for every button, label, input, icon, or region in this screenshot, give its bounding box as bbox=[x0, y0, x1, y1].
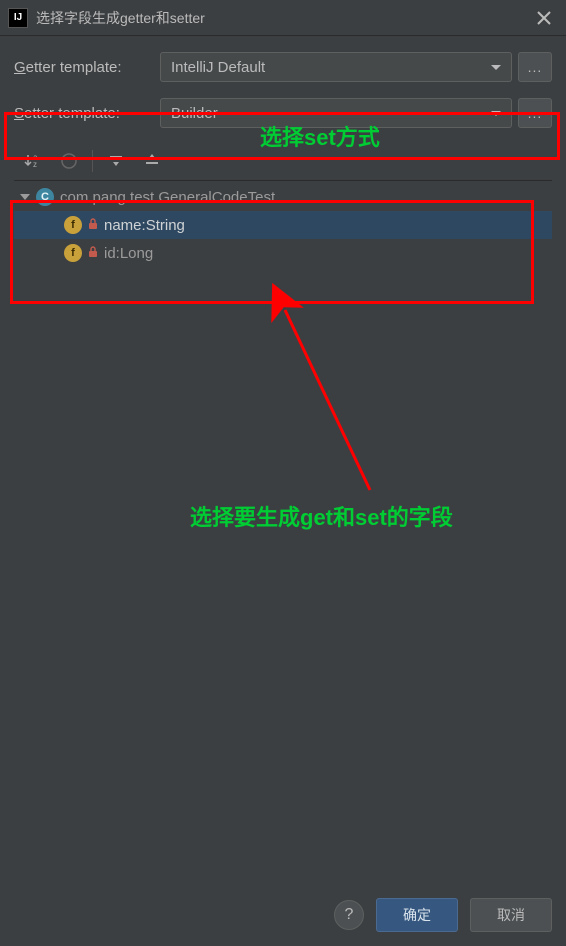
field-icon: f bbox=[64, 244, 82, 262]
app-icon: IJ bbox=[8, 8, 28, 28]
tree-field-row[interactable]: f id:Long bbox=[14, 239, 552, 267]
getter-template-value: IntelliJ Default bbox=[171, 59, 265, 76]
filter-icon[interactable] bbox=[56, 148, 82, 174]
setter-template-value: Builder bbox=[171, 105, 218, 122]
svg-text:z: z bbox=[33, 160, 37, 169]
getter-template-more-button[interactable]: ... bbox=[518, 52, 552, 82]
field-label: name:String bbox=[104, 217, 185, 234]
help-button[interactable]: ? bbox=[334, 900, 364, 930]
field-label: id:Long bbox=[104, 245, 153, 262]
setter-template-label: Setter template: bbox=[14, 105, 154, 122]
titlebar: IJ 选择字段生成getter和setter bbox=[0, 0, 566, 36]
field-icon: f bbox=[64, 216, 82, 234]
ok-button[interactable]: 确定 bbox=[376, 898, 458, 932]
tree-field-row[interactable]: f name:String bbox=[14, 211, 552, 239]
chevron-down-icon bbox=[491, 65, 501, 70]
toolbar-separator bbox=[92, 150, 93, 172]
cancel-button[interactable]: 取消 bbox=[470, 898, 552, 932]
field-tree: C com.pang.test.GeneralCodeTest f name:S… bbox=[14, 183, 552, 823]
lock-icon bbox=[88, 218, 98, 233]
collapse-all-icon[interactable] bbox=[139, 148, 165, 174]
close-button[interactable] bbox=[530, 4, 558, 32]
class-name-label: com.pang.test.GeneralCodeTest bbox=[60, 189, 275, 206]
getter-template-label: Getter template: bbox=[14, 59, 154, 76]
getter-template-row: Getter template: IntelliJ Default ... bbox=[14, 52, 552, 82]
chevron-down-icon bbox=[491, 111, 501, 116]
expand-icon[interactable] bbox=[20, 194, 30, 200]
lock-icon bbox=[88, 246, 98, 261]
expand-all-icon[interactable] bbox=[103, 148, 129, 174]
getter-template-select[interactable]: IntelliJ Default bbox=[160, 52, 512, 82]
setter-template-select[interactable]: Builder bbox=[160, 98, 512, 128]
dialog-footer: ? 确定 取消 bbox=[334, 898, 552, 932]
window-title: 选择字段生成getter和setter bbox=[36, 8, 530, 28]
sort-icon[interactable]: az bbox=[20, 148, 46, 174]
setter-template-more-button[interactable]: ... bbox=[518, 98, 552, 128]
tree-class-row[interactable]: C com.pang.test.GeneralCodeTest bbox=[14, 183, 552, 211]
tree-toolbar: az bbox=[14, 144, 552, 181]
setter-template-row: Setter template: Builder ... bbox=[14, 98, 552, 128]
class-icon: C bbox=[36, 188, 54, 206]
